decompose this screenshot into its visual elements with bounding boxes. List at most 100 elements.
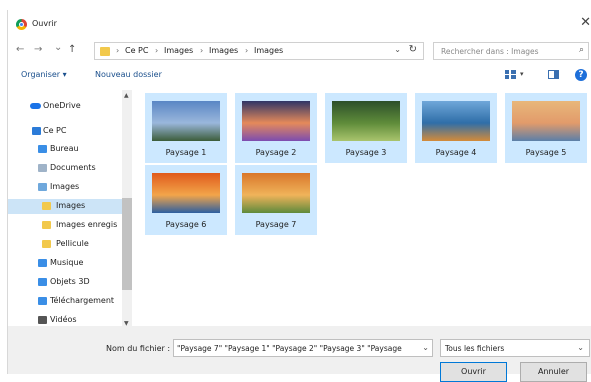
breadcrumb-separator: › <box>116 46 120 55</box>
pictures-icon <box>38 183 47 191</box>
folder-icon <box>100 47 110 56</box>
scroll-up-icon[interactable]: ▲ <box>124 92 129 99</box>
file-item[interactable]: Paysage 7 <box>235 165 317 235</box>
file-name: Paysage 2 <box>255 148 297 157</box>
title-bar: Ouvrir ✕ <box>8 10 591 38</box>
filetype-select[interactable]: Tous les fichiers ⌄ <box>440 339 590 357</box>
sidebar-item-1[interactable]: Ce PC <box>8 124 122 139</box>
sidebar-item-label: Images <box>50 182 80 191</box>
new-folder-button[interactable]: Nouveau dossier <box>95 70 162 79</box>
sidebar-item-label: Téléchargement <box>50 296 115 305</box>
sidebar-item-8[interactable]: Musique <box>8 256 122 271</box>
cancel-button[interactable]: Annuler <box>520 362 587 382</box>
filename-dropdown-icon[interactable]: ⌄ <box>422 343 429 352</box>
sidebar-item-10[interactable]: Téléchargement <box>8 294 122 309</box>
image-thumbnail <box>242 173 310 213</box>
filetype-value: Tous les fichiers <box>445 344 505 353</box>
file-item[interactable]: Paysage 6 <box>145 165 227 235</box>
file-name: Paysage 1 <box>165 148 207 157</box>
up-arrow-icon[interactable]: ↑ <box>68 44 76 55</box>
sidebar-item-9[interactable]: Objets 3D <box>8 275 122 290</box>
breadcrumb-images-1[interactable]: Images <box>164 46 193 55</box>
file-name: Paysage 4 <box>435 148 477 157</box>
sidebar-item-label: Images enregis <box>56 220 118 229</box>
file-item[interactable]: Paysage 4 <box>415 93 497 163</box>
recent-locations-icon[interactable]: ⌄ <box>54 42 62 53</box>
command-bar: Organiser ▾ Nouveau dossier ▾ ? <box>8 65 591 87</box>
breadcrumb-ce-pc[interactable]: Ce PC <box>125 46 148 55</box>
image-thumbnail <box>332 101 400 141</box>
documents-icon <box>38 164 47 172</box>
sidebar-item-2[interactable]: Bureau <box>8 142 122 157</box>
navigation-bar: ← → ⌄ ↑ › Ce PC › Images › Images › Imag… <box>8 40 591 62</box>
sidebar-item-label: Ce PC <box>43 126 67 135</box>
filename-value: "Paysage 7" "Paysage 1" "Paysage 2" "Pay… <box>177 344 402 353</box>
view-options-icon[interactable] <box>505 70 516 79</box>
sidebar-item-4[interactable]: Images <box>8 180 122 195</box>
folder-icon <box>42 221 51 229</box>
breadcrumb-separator: › <box>200 46 204 55</box>
organize-button[interactable]: Organiser ▾ <box>21 70 67 79</box>
address-dropdown-icon[interactable]: ⌄ <box>394 45 401 54</box>
preview-pane-icon[interactable] <box>548 70 559 79</box>
sidebar-item-5[interactable]: Images <box>8 199 122 214</box>
breadcrumb-separator: › <box>245 46 249 55</box>
sidebar-item-3[interactable]: Documents <box>8 161 122 176</box>
sidebar-item-label: OneDrive <box>43 101 81 110</box>
desktop-folder-icon <box>38 145 47 153</box>
music-icon <box>38 259 47 267</box>
objects3d-icon <box>38 278 47 286</box>
breadcrumb-images-2[interactable]: Images <box>209 46 238 55</box>
open-file-dialog: Ouvrir ✕ ← → ⌄ ↑ › Ce PC › Images › Imag… <box>7 10 591 382</box>
image-thumbnail <box>242 101 310 141</box>
file-name: Paysage 6 <box>165 220 207 229</box>
sidebar-item-label: Pellicule <box>56 239 89 248</box>
navigation-pane: ▲ ▼ OneDrive Ce PC Bureau Documents Images Im… <box>8 90 132 330</box>
view-dropdown-icon[interactable]: ▾ <box>520 70 524 78</box>
cloud-icon <box>30 103 41 109</box>
file-item[interactable]: Paysage 1 <box>145 93 227 163</box>
breadcrumb-images-3[interactable]: Images <box>254 46 283 55</box>
folder-icon <box>42 240 51 248</box>
sidebar-item-0[interactable]: OneDrive <box>8 99 122 114</box>
file-name: Paysage 5 <box>525 148 567 157</box>
file-item[interactable]: Paysage 5 <box>505 93 587 163</box>
address-bar[interactable]: › Ce PC › Images › Images › Images ⌄ ↻ <box>94 42 424 60</box>
sidebar-item-label: Vidéos <box>50 315 77 324</box>
breadcrumb-separator: › <box>155 46 159 55</box>
folder-icon <box>42 202 51 210</box>
sidebar-item-label: Documents <box>50 163 96 172</box>
open-button[interactable]: Ouvrir <box>440 362 507 382</box>
sidebar-item-label: Images <box>56 201 86 210</box>
image-thumbnail <box>152 173 220 213</box>
chrome-icon <box>16 19 27 30</box>
forward-arrow-icon[interactable]: → <box>34 44 42 55</box>
image-thumbnail <box>152 101 220 141</box>
file-name: Paysage 3 <box>345 148 387 157</box>
downloads-icon <box>38 297 47 305</box>
search-icon: ⌕ <box>578 45 584 55</box>
dialog-title: Ouvrir <box>32 19 57 28</box>
close-icon[interactable]: ✕ <box>580 15 591 30</box>
sidebar-scrollbar-thumb[interactable] <box>122 198 132 290</box>
filetype-dropdown-icon[interactable]: ⌄ <box>577 343 584 352</box>
file-item[interactable]: Paysage 3 <box>325 93 407 163</box>
search-box[interactable]: Rechercher dans : Images ⌕ <box>433 42 589 60</box>
help-icon[interactable]: ? <box>575 69 587 81</box>
sidebar-item-label: Musique <box>50 258 84 267</box>
refresh-icon[interactable]: ↻ <box>409 44 417 55</box>
image-thumbnail <box>422 101 490 141</box>
file-item[interactable]: Paysage 2 <box>235 93 317 163</box>
dialog-footer: Nom du fichier : "Paysage 7" "Paysage 1"… <box>8 326 591 382</box>
videos-icon <box>38 316 47 324</box>
file-name: Paysage 7 <box>255 220 297 229</box>
sidebar-item-7[interactable]: Pellicule <box>8 237 122 252</box>
sidebar-item-6[interactable]: Images enregis <box>8 218 122 233</box>
image-thumbnail <box>512 101 580 141</box>
filename-input[interactable]: "Paysage 7" "Paysage 1" "Paysage 2" "Pay… <box>173 339 433 357</box>
back-arrow-icon[interactable]: ← <box>16 44 24 55</box>
filename-label: Nom du fichier : <box>106 344 171 353</box>
sidebar-item-label: Objets 3D <box>50 277 90 286</box>
sidebar-item-label: Bureau <box>50 144 79 153</box>
computer-icon <box>32 127 41 135</box>
